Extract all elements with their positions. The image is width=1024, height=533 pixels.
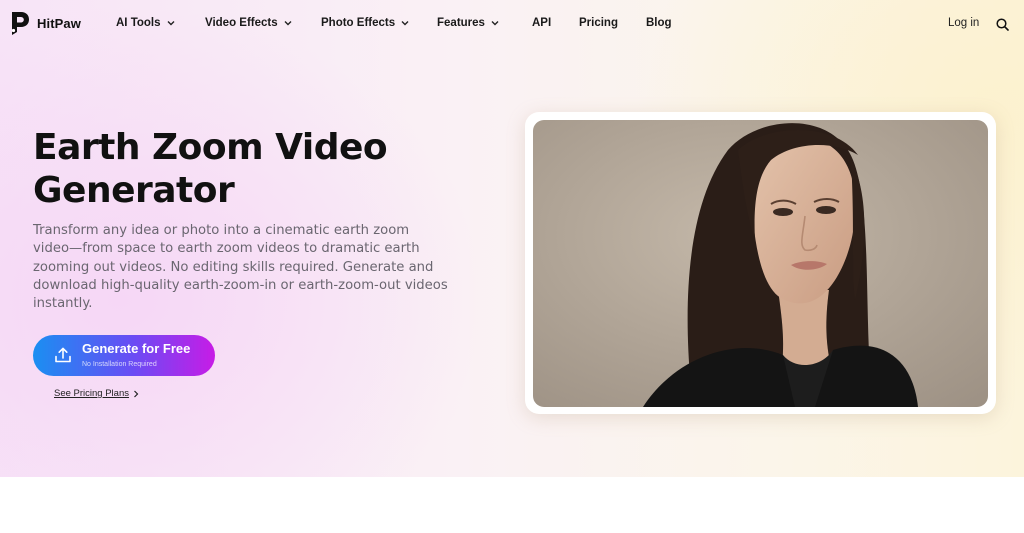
nav-label: Pricing <box>579 17 618 29</box>
nav-label: Blog <box>646 17 672 29</box>
nav-label: Features <box>437 17 485 29</box>
nav-blog[interactable]: Blog <box>646 17 672 29</box>
nav-video-effects[interactable]: Video Effects <box>205 17 292 29</box>
pricing-link-label: See Pricing Plans <box>54 388 129 399</box>
page-title: Earth Zoom Video Generator <box>33 127 388 211</box>
page-body <box>0 477 1024 533</box>
nav-label: API <box>532 17 552 29</box>
chevron-down-icon <box>491 21 499 26</box>
chevron-down-icon <box>167 21 175 26</box>
nav-label: Video Effects <box>205 17 278 29</box>
cta-label: Generate for Free <box>82 341 191 356</box>
search-icon[interactable] <box>996 18 1009 31</box>
generate-for-free-button[interactable]: Generate for Free No Installation Requir… <box>33 335 215 376</box>
brand-name: HitPaw <box>37 15 81 31</box>
hitpaw-logo-icon <box>11 12 29 35</box>
chevron-down-icon <box>401 21 409 26</box>
nav-api[interactable]: API <box>532 17 551 29</box>
cta-sublabel: No Installation Required <box>82 361 157 368</box>
brand-logo[interactable]: HitPaw <box>9 10 81 36</box>
nav-features[interactable]: Features <box>437 17 499 29</box>
upload-icon <box>55 347 71 363</box>
chevron-right-icon <box>134 390 139 397</box>
nav-label: Photo Effects <box>321 17 396 29</box>
nav-photo-effects[interactable]: Photo Effects <box>321 17 409 29</box>
chevron-down-icon <box>284 21 292 26</box>
see-pricing-plans-link[interactable]: See Pricing Plans <box>54 388 139 399</box>
sample-portrait-image <box>533 120 988 407</box>
nav-pricing[interactable]: Pricing <box>579 17 618 29</box>
nav-ai-tools[interactable]: AI Tools <box>116 17 175 29</box>
portrait-illustration <box>533 120 988 407</box>
hero-description: Transform any idea or photo into a cinem… <box>33 223 448 312</box>
top-navigation: HitPaw AI Tools Video Effects Photo Effe… <box>0 0 1024 48</box>
login-link[interactable]: Log in <box>948 17 979 29</box>
preview-card <box>525 112 996 414</box>
nav-label: AI Tools <box>116 17 161 29</box>
